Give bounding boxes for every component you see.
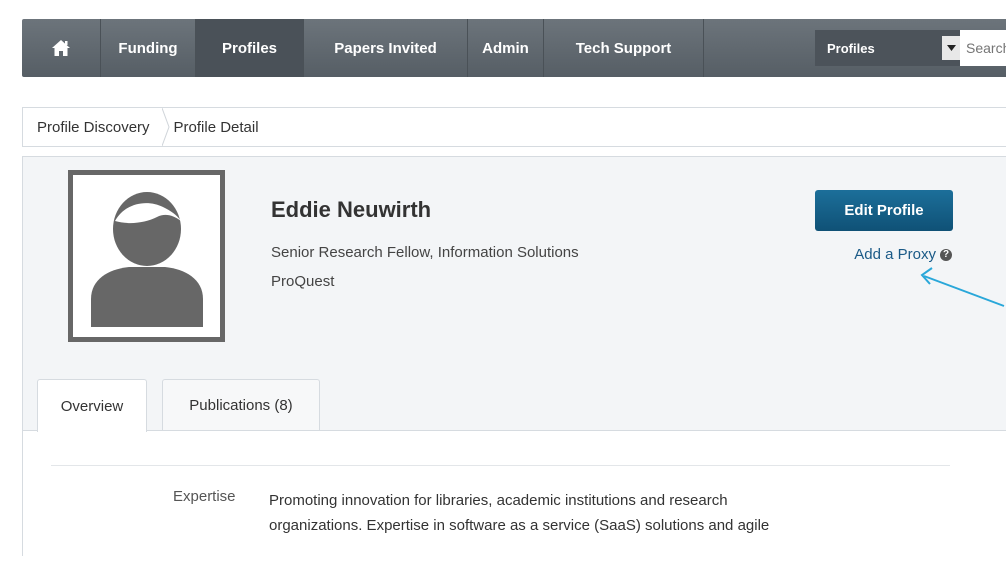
nav-funding[interactable]: Funding [101, 19, 196, 77]
nav-profiles[interactable]: Profiles [196, 19, 304, 77]
tab-publications[interactable]: Publications (8) [162, 379, 320, 431]
breadcrumb-profile-detail: Profile Detail [173, 118, 259, 136]
breadcrumb-profile-discovery[interactable]: Profile Discovery [23, 108, 150, 146]
home-icon [52, 40, 70, 56]
add-proxy-label: Add a Proxy [854, 246, 936, 263]
edit-profile-button[interactable]: Edit Profile [815, 190, 953, 231]
home-button[interactable] [22, 19, 101, 77]
expertise-line-1: Promoting innovation for libraries, acad… [269, 492, 728, 509]
divider [51, 465, 950, 466]
expertise-line-2: organizations. Expertise in software as … [269, 517, 770, 534]
help-icon[interactable]: ? [940, 248, 952, 261]
expertise-text: Promoting innovation for libraries, acad… [269, 488, 859, 538]
add-proxy-link[interactable]: Add a Proxy ? [854, 246, 952, 263]
nav-admin[interactable]: Admin [468, 19, 544, 77]
profile-panel: Eddie Neuwirth Senior Research Fellow, I… [22, 156, 1006, 561]
search-input[interactable] [960, 30, 1006, 66]
nav-papers-invited[interactable]: Papers Invited [304, 19, 468, 77]
nav-search: Profiles [815, 30, 1006, 66]
breadcrumb: Profile Discovery Profile Detail [22, 107, 1006, 147]
chevron-down-icon[interactable] [942, 36, 960, 60]
profile-name: Eddie Neuwirth [271, 197, 432, 222]
tab-overview[interactable]: Overview [37, 379, 147, 432]
nav-tech-support[interactable]: Tech Support [544, 19, 704, 77]
user-avatar-icon [90, 192, 203, 327]
profile-title: Senior Research Fellow, Information Solu… [271, 244, 579, 261]
overview-content: Expertise Promoting innovation for libra… [23, 430, 1006, 561]
profile-organization: ProQuest [271, 273, 335, 290]
top-navigation: Funding Profiles Papers Invited Admin Te… [22, 19, 1006, 77]
expertise-label: Expertise [173, 488, 236, 505]
annotation-arrow-icon [920, 267, 1005, 307]
search-scope-select[interactable]: Profiles [815, 30, 960, 66]
breadcrumb-separator-icon [161, 108, 170, 146]
search-scope-value: Profiles [827, 40, 875, 56]
avatar [68, 170, 225, 342]
